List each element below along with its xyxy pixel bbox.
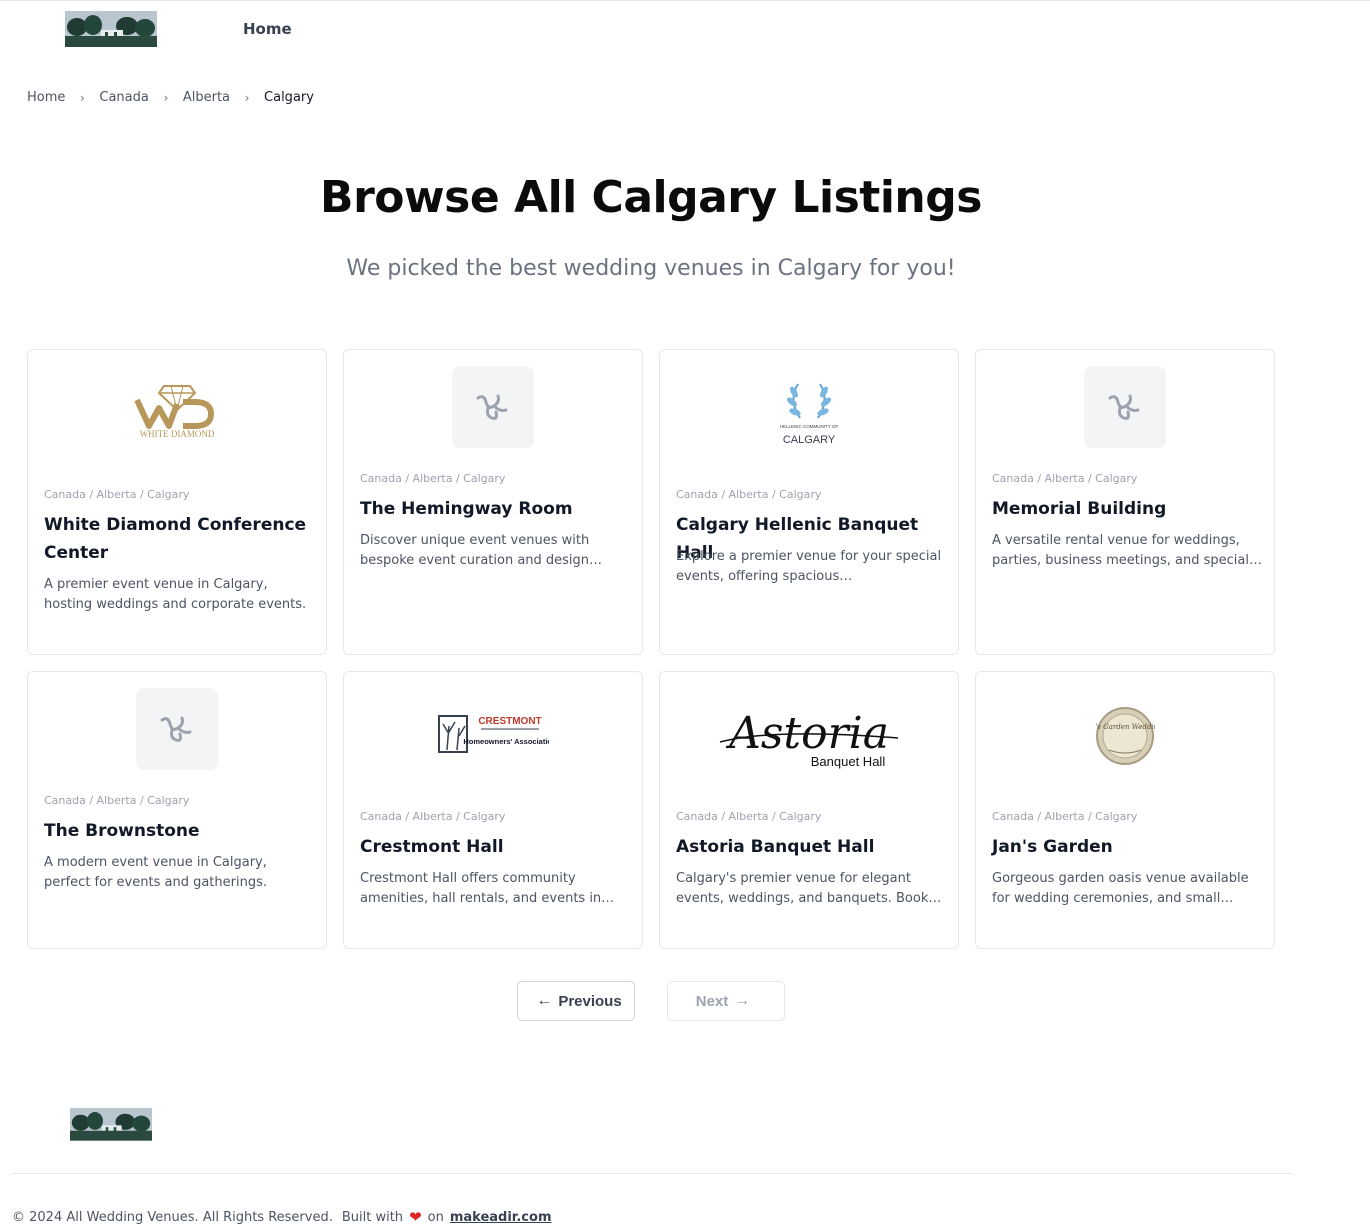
breadcrumb-calgary: Calgary bbox=[264, 90, 314, 105]
copyright: © 2024 All Wedding Venues. All Rights Re… bbox=[12, 1208, 552, 1226]
broken-image-icon bbox=[160, 716, 192, 742]
page-title: Browse All Calgary Listings bbox=[320, 172, 982, 223]
listing-logo bbox=[344, 366, 642, 448]
chevron-right-icon: › bbox=[79, 90, 85, 105]
breadcrumb-home[interactable]: Home bbox=[27, 90, 65, 105]
copyright-text: © 2024 All Wedding Venues. All Rights Re… bbox=[12, 1209, 333, 1225]
listing-logo: Astoria Banquet Hall bbox=[660, 698, 958, 774]
listing-logo bbox=[28, 688, 326, 770]
nav-home-link[interactable]: Home bbox=[243, 20, 292, 38]
listing-description: A premier event venue in Calgary, hostin… bbox=[44, 577, 307, 612]
footer-divider bbox=[12, 1173, 1292, 1174]
footer-logo[interactable] bbox=[70, 1108, 152, 1141]
previous-label: Previous bbox=[558, 992, 622, 1010]
listing-card[interactable]: Jan's Garden Weddings Canada / Alberta /… bbox=[975, 671, 1275, 949]
listing-description: Calgary's premier venue for elegant even… bbox=[676, 871, 929, 906]
listing-logo: HELLENIC COMMUNITY OF CALGARY bbox=[660, 380, 958, 450]
on-text: on bbox=[427, 1209, 444, 1225]
listing-description: A versatile rental venue for weddings, p… bbox=[992, 533, 1249, 568]
listing-title: Crestmont Hall bbox=[360, 837, 504, 857]
listing-card[interactable]: Canada / Alberta / Calgary Memorial Buil… bbox=[975, 349, 1275, 655]
logo-text: CALGARY bbox=[783, 434, 836, 446]
site-logo[interactable] bbox=[65, 11, 157, 47]
image-placeholder bbox=[1084, 366, 1166, 448]
listing-description: Discover unique event venues with bespok… bbox=[360, 533, 590, 568]
logo-sub-text: Banquet Hall bbox=[811, 754, 886, 769]
listing-card[interactable]: Astoria Banquet Hall Canada / Alberta / … bbox=[659, 671, 959, 949]
listing-title: The Brownstone bbox=[44, 821, 200, 841]
broken-image-icon bbox=[1108, 394, 1140, 420]
logo-text: WHITE DIAMOND bbox=[140, 429, 215, 439]
logo-text: CRESTMONT bbox=[478, 716, 541, 727]
chevron-right-icon: › bbox=[163, 90, 169, 105]
listing-description: A modern event venue in Calgary, perfect… bbox=[44, 855, 267, 890]
logo-trees-icon bbox=[70, 1108, 152, 1141]
listing-title: White Diamond Conference Center bbox=[44, 515, 307, 563]
arrow-left-icon: ← bbox=[536, 992, 553, 1009]
listing-location: Canada / Alberta / Calgary bbox=[992, 472, 1138, 485]
listing-location: Canada / Alberta / Calgary bbox=[676, 488, 822, 501]
makeadir-link[interactable]: makeadir.com bbox=[450, 1210, 552, 1225]
listing-logo: Jan's Garden Weddings bbox=[976, 706, 1274, 766]
listing-card[interactable]: Canada / Alberta / Calgary The Brownston… bbox=[27, 671, 327, 949]
listing-logo: CRESTMONT Homeowners' Association bbox=[344, 712, 642, 758]
listing-card[interactable]: CRESTMONT Homeowners' Association Canada… bbox=[343, 671, 643, 949]
page-subtitle: We picked the best wedding venues in Cal… bbox=[346, 256, 956, 281]
logo-trees-icon bbox=[65, 11, 157, 47]
listing-title: Jan's Garden bbox=[992, 837, 1113, 857]
jans-garden-logo-icon: Jan's Garden Weddings bbox=[1095, 707, 1155, 765]
listing-logo bbox=[976, 366, 1274, 448]
site-header: Home bbox=[0, 0, 1370, 60]
logo-text: Jan's Garden Weddings bbox=[1095, 723, 1155, 731]
listing-logo: WHITE DIAMOND bbox=[28, 380, 326, 446]
next-label: Next bbox=[695, 992, 729, 1010]
hellenic-laurel-logo-icon: HELLENIC COMMUNITY OF CALGARY bbox=[780, 383, 839, 446]
astoria-logo-icon: Astoria Banquet Hall bbox=[719, 708, 899, 769]
listing-location: Canada / Alberta / Calgary bbox=[44, 794, 190, 807]
listing-card[interactable]: HELLENIC COMMUNITY OF CALGARY Canada / A… bbox=[659, 349, 959, 655]
crestmont-logo-icon: CRESTMONT Homeowners' Association bbox=[438, 715, 549, 753]
logo-small-text: HELLENIC COMMUNITY OF bbox=[780, 424, 839, 429]
breadcrumb: Home › Canada › Alberta › Calgary bbox=[27, 90, 314, 105]
chevron-right-icon: › bbox=[244, 90, 250, 105]
white-diamond-logo-icon: WHITE DIAMOND bbox=[134, 385, 215, 439]
listing-description: Crestmont Hall offers community amenitie… bbox=[360, 871, 602, 906]
listing-location: Canada / Alberta / Calgary bbox=[360, 810, 506, 823]
image-placeholder bbox=[452, 366, 534, 448]
listing-description: Gorgeous garden oasis venue available fo… bbox=[992, 871, 1249, 906]
listing-description: Explore a premier venue for your special… bbox=[676, 549, 942, 584]
heart-icon: ❤ bbox=[409, 1208, 422, 1226]
listing-location: Canada / Alberta / Calgary bbox=[992, 810, 1138, 823]
listing-location: Canada / Alberta / Calgary bbox=[360, 472, 506, 485]
built-with-text: Built with bbox=[341, 1209, 404, 1225]
listing-location: Canada / Alberta / Calgary bbox=[676, 810, 822, 823]
listing-title: The Hemingway Room bbox=[360, 499, 573, 519]
listing-card[interactable]: WHITE DIAMOND Canada / Alberta / Calgary… bbox=[27, 349, 327, 655]
previous-page-button[interactable]: ← Previous bbox=[517, 981, 635, 1021]
broken-image-icon bbox=[476, 394, 508, 420]
breadcrumb-canada[interactable]: Canada bbox=[99, 90, 148, 105]
listing-title: Astoria Banquet Hall bbox=[676, 837, 875, 857]
arrow-right-icon: → bbox=[734, 992, 751, 1009]
image-placeholder bbox=[136, 688, 218, 770]
listing-card[interactable]: Canada / Alberta / Calgary The Hemingway… bbox=[343, 349, 643, 655]
listing-title: Memorial Building bbox=[992, 499, 1167, 519]
breadcrumb-alberta[interactable]: Alberta bbox=[183, 90, 230, 105]
logo-sub-text: Homeowners' Association bbox=[463, 737, 549, 746]
next-page-button[interactable]: Next → bbox=[667, 981, 785, 1021]
listing-location: Canada / Alberta / Calgary bbox=[44, 488, 190, 501]
